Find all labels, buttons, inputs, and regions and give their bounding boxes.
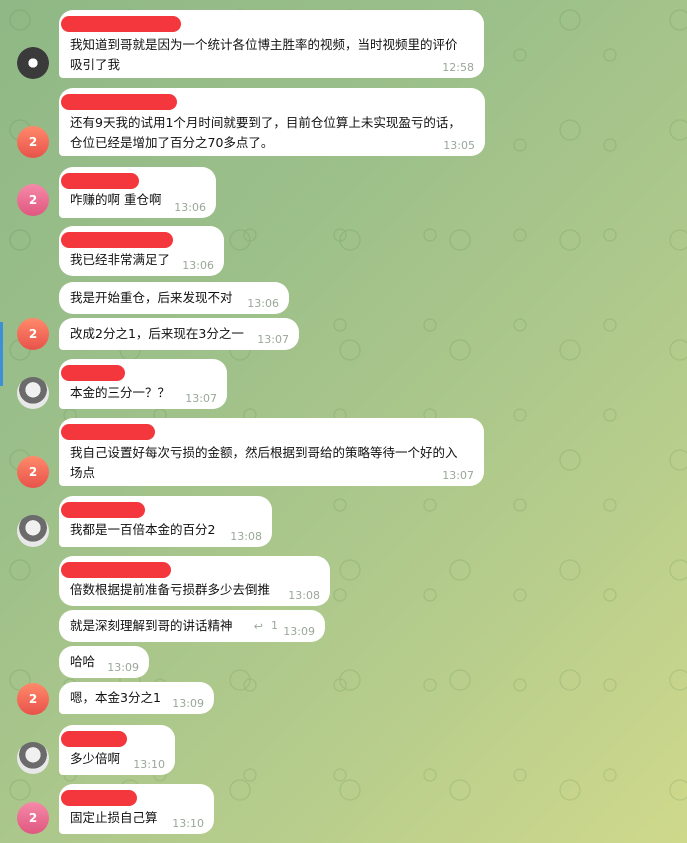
scroll-indicator [0,322,3,386]
user-avatar[interactable]: 2 [17,318,49,350]
redacted-sender-name [61,94,177,110]
message-time: 13:10 [172,817,204,830]
message-text: 倍数根据提前准备亏损群多少去倒推 [70,582,271,597]
message-bubble[interactable]: 固定止损自己算 13:10 [59,784,214,834]
redacted-sender-name [61,502,145,518]
redacted-sender-name [61,365,125,381]
message-time: 13:06 [174,201,206,214]
message-time: 13:05 [443,139,475,152]
user-avatar[interactable] [17,515,49,547]
message-text: 嗯，本金3分之1 [70,690,161,705]
message-bubble[interactable]: 我知道到哥就是因为一个统计各位博主胜率的视频，当时视频里的评价 吸引了我 12:… [59,10,484,78]
message-bubble[interactable]: 我都是一百倍本金的百分2 13:08 [59,496,272,547]
message-text: 我知道到哥就是因为一个统计各位博主胜率的视频，当时视频里的评价 吸引了我 [70,37,458,72]
message-time: 13:07 [185,392,217,405]
redacted-sender-name [61,173,139,189]
redacted-sender-name [61,731,127,747]
message-time: 13:06 [182,259,214,272]
message-text: 哈哈 [70,654,96,669]
message-bubble[interactable]: 嗯，本金3分之1 13:09 [59,682,214,714]
message-time: 13:09 [283,625,315,638]
user-avatar[interactable]: 2 [17,126,49,158]
message-bubble[interactable]: 还有9天我的试用1个月时间就要到了，目前仓位算上未实现盈亏的话， 仓位已经是增加… [59,88,485,156]
message-text: 固定止损自己算 [70,810,158,825]
message-bubble[interactable]: 就是深刻理解到哥的讲话精神 ↩ 1 13:09 [59,610,325,642]
reply-count: 1 [271,619,278,632]
reply-arrow-icon[interactable]: ↩ [254,620,263,633]
redacted-sender-name [61,16,181,32]
message-time: 13:10 [133,758,165,771]
user-avatar[interactable] [17,377,49,409]
message-bubble[interactable]: 倍数根据提前准备亏损群多少去倒推 13:08 [59,556,330,606]
user-avatar[interactable] [17,47,49,79]
message-time: 13:09 [172,697,204,710]
redacted-sender-name [61,790,137,806]
message-time: 13:06 [247,297,279,310]
user-avatar[interactable]: 2 [17,456,49,488]
message-bubble[interactable]: 改成2分之1，后来现在3分之一 13:07 [59,318,299,350]
message-text: 我都是一百倍本金的百分2 [70,522,216,537]
message-time: 13:08 [230,530,262,543]
redacted-sender-name [61,232,173,248]
user-avatar[interactable]: 2 [17,802,49,834]
message-text: 我自己设置好每次亏损的金额，然后根据到哥给的策略等待一个好的入 场点 [70,445,458,480]
redacted-sender-name [61,424,155,440]
message-bubble[interactable]: 我是开始重仓，后来发现不对 13:06 [59,282,289,314]
message-text: 我是开始重仓，后来发现不对 [70,290,233,305]
message-bubble[interactable]: 多少倍啊 13:10 [59,725,175,775]
message-bubble[interactable]: 咋赚的啊 重仓啊 13:06 [59,167,216,218]
message-bubble[interactable]: 哈哈 13:09 [59,646,149,678]
user-avatar[interactable]: 2 [17,683,49,715]
message-time: 13:07 [442,469,474,482]
message-text: 改成2分之1，后来现在3分之一 [70,326,244,341]
user-avatar[interactable] [17,742,49,774]
message-text: 我已经非常满足了 [70,252,171,267]
message-text: 就是深刻理解到哥的讲话精神 [70,618,233,633]
message-text: 本金的三分一？？ [70,385,171,400]
message-text: 咋赚的啊 重仓啊 [70,192,162,207]
message-time: 13:08 [288,589,320,602]
message-time: 13:07 [257,333,289,346]
message-time: 13:09 [107,661,139,674]
message-bubble[interactable]: 我已经非常满足了 13:06 [59,226,224,276]
redacted-sender-name [61,562,171,578]
user-avatar[interactable]: 2 [17,184,49,216]
message-bubble[interactable]: 本金的三分一？？ 13:07 [59,359,227,409]
message-bubble[interactable]: 我自己设置好每次亏损的金额，然后根据到哥给的策略等待一个好的入 场点 13:07 [59,418,484,486]
message-time: 12:58 [442,61,474,74]
message-text: 还有9天我的试用1个月时间就要到了，目前仓位算上未实现盈亏的话， 仓位已经是增加… [70,115,461,150]
message-text: 多少倍啊 [70,751,121,766]
